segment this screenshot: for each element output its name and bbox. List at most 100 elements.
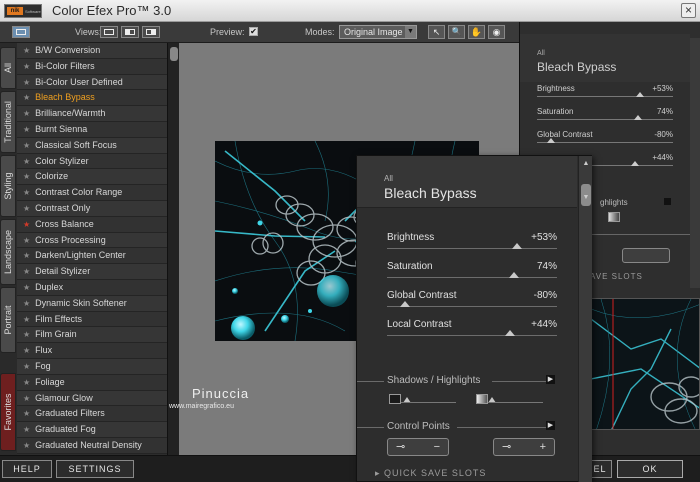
- ok-button[interactable]: OK: [617, 460, 683, 478]
- zoom-tool-button[interactable]: 🔍: [448, 25, 465, 39]
- quick-save-slots-toggle[interactable]: ▸ QUICK SAVE SLOTS: [375, 468, 486, 479]
- scrollbar-thumb[interactable]: [170, 47, 178, 61]
- star-icon[interactable]: ★: [23, 299, 30, 308]
- star-icon[interactable]: ★: [23, 157, 30, 166]
- filter-item[interactable]: ★ Color Stylizer: [17, 153, 167, 170]
- filter-item[interactable]: ★ Burnt Sienna: [17, 121, 167, 138]
- add-control-point-button[interactable]: [622, 248, 670, 263]
- filter-item[interactable]: ★ Classical Soft Focus: [17, 137, 167, 154]
- tab-portrait[interactable]: Portrait: [0, 287, 16, 353]
- star-icon[interactable]: ★: [23, 315, 30, 324]
- right-panel-scrollbar[interactable]: [690, 38, 700, 288]
- filter-item[interactable]: ★ Brilliance/Warmth: [17, 106, 167, 122]
- tab-styling[interactable]: Styling: [0, 155, 16, 217]
- star-icon[interactable]: ★: [23, 283, 30, 292]
- filter-item[interactable]: ★ Contrast Only: [17, 200, 167, 217]
- slider-thumb[interactable]: [512, 243, 523, 249]
- expand-icon[interactable]: ▶: [546, 421, 555, 430]
- star-icon[interactable]: ★: [23, 394, 30, 403]
- star-icon[interactable]: ★: [23, 236, 30, 245]
- filter-item[interactable]: ★ Duplex: [17, 279, 167, 296]
- right-slider-saturation[interactable]: Saturation 74%: [537, 107, 673, 120]
- star-icon[interactable]: ★: [23, 267, 30, 276]
- tab-all[interactable]: All: [0, 47, 16, 89]
- settings-button[interactable]: SETTINGS: [56, 460, 134, 478]
- brightness-slider[interactable]: Brightness +53%: [387, 232, 557, 249]
- view-compare-button[interactable]: [142, 26, 160, 38]
- loupe-tool-button[interactable]: ◉: [488, 25, 505, 39]
- star-icon[interactable]: ★: [23, 93, 30, 102]
- filter-item[interactable]: ★ Flux: [17, 343, 167, 359]
- tab-landscape[interactable]: Landscape: [0, 219, 16, 285]
- filter-item[interactable]: ★ Foliage: [17, 374, 167, 391]
- scroll-up-icon[interactable]: ▲: [582, 160, 590, 168]
- slider-thumb[interactable]: [636, 92, 645, 97]
- star-icon[interactable]: ★: [23, 78, 30, 87]
- star-icon[interactable]: ★: [23, 62, 30, 71]
- right-slider-brightness[interactable]: Brightness +53%: [537, 84, 673, 97]
- saturation-slider[interactable]: Saturation 74%: [387, 261, 557, 278]
- view-side-button[interactable]: [121, 26, 139, 38]
- filter-item[interactable]: ★ Contrast Color Range: [17, 185, 167, 201]
- filter-item[interactable]: ★ Film Effects: [17, 311, 167, 328]
- right-slider-global-contrast[interactable]: Global Contrast -80%: [537, 130, 673, 143]
- star-icon[interactable]: ★: [23, 251, 30, 260]
- slider-thumb[interactable]: [400, 301, 410, 307]
- add-control-point-button[interactable]: ⊸ +: [493, 438, 555, 456]
- view-split-button[interactable]: [100, 26, 118, 38]
- expand-icon[interactable]: ▶: [546, 375, 555, 384]
- filter-item[interactable]: ★ Graduated Neutral Density: [17, 437, 167, 454]
- single-view-button[interactable]: [12, 26, 30, 38]
- star-icon[interactable]: ★: [23, 172, 30, 181]
- slider-thumb[interactable]: [630, 161, 639, 166]
- star-icon[interactable]: ★: [23, 346, 30, 355]
- filter-item[interactable]: ★ Graduated Fog: [17, 422, 167, 438]
- pointer-tool-button[interactable]: ↖: [428, 25, 445, 39]
- star-icon[interactable]: ★: [23, 46, 30, 55]
- star-icon[interactable]: ★: [23, 109, 30, 118]
- star-icon[interactable]: ★: [23, 204, 30, 213]
- filter-item[interactable]: ★ Bi-Color User Defined: [17, 74, 167, 91]
- expand-icon[interactable]: [664, 198, 671, 205]
- scroll-down-icon[interactable]: ▼: [582, 194, 590, 202]
- filter-item[interactable]: ★ Fog: [17, 358, 167, 375]
- star-icon[interactable]: ★: [23, 441, 30, 450]
- star-icon[interactable]: ★: [23, 141, 30, 150]
- filter-item[interactable]: ★ Darken/Lighten Center: [17, 248, 167, 265]
- filter-item[interactable]: ★ Detail Stylizer: [17, 264, 167, 280]
- shadows-highlights-section[interactable]: Shadows / Highlights ▶: [357, 375, 578, 389]
- filter-item[interactable]: ★ Bi-Color Filters: [17, 58, 167, 75]
- filter-item[interactable]: ★ B/W Conversion: [17, 43, 167, 59]
- filter-item[interactable]: ★ Colorize: [17, 169, 167, 186]
- filter-list-scrollbar[interactable]: [167, 43, 179, 455]
- star-icon[interactable]: ★: [23, 362, 30, 371]
- help-button[interactable]: HELP: [2, 460, 52, 478]
- star-icon[interactable]: ★: [23, 409, 30, 418]
- filter-item[interactable]: ★ Graduated Filters: [17, 406, 167, 423]
- slider-thumb[interactable]: [633, 115, 642, 120]
- slider-thumb[interactable]: [508, 272, 519, 278]
- tab-traditional[interactable]: Traditional: [0, 91, 16, 153]
- control-points-section[interactable]: Control Points ▶: [357, 421, 578, 435]
- close-button[interactable]: ×: [681, 3, 696, 18]
- filter-item[interactable]: ★ Glamour Glow: [17, 390, 167, 407]
- filter-item[interactable]: ★ Film Grain: [17, 327, 167, 344]
- star-icon[interactable]: ★: [23, 378, 30, 387]
- filter-item[interactable]: ★ Dynamic Skin Softener: [17, 295, 167, 312]
- preview-checkbox[interactable]: ✔: [249, 27, 258, 36]
- local-contrast-slider[interactable]: Local Contrast +44%: [387, 319, 557, 336]
- favorite-star-icon[interactable]: ★: [23, 220, 30, 229]
- hand-tool-button[interactable]: ✋: [468, 25, 485, 39]
- filter-panel-scrollbar[interactable]: ▲ ▼: [578, 156, 592, 482]
- slider-thumb[interactable]: [546, 138, 555, 143]
- modes-select[interactable]: Original Image ▼: [339, 25, 417, 39]
- star-icon[interactable]: ★: [23, 188, 30, 197]
- star-icon[interactable]: ★: [23, 330, 30, 339]
- filter-item[interactable]: ★ Cross Processing: [17, 232, 167, 249]
- filter-item[interactable]: ★ Cross Balance: [17, 216, 167, 233]
- filter-item[interactable]: ★ Bleach Bypass: [17, 90, 167, 107]
- star-icon[interactable]: ★: [23, 125, 30, 134]
- remove-control-point-button[interactable]: ⊸ −: [387, 438, 449, 456]
- global-contrast-slider[interactable]: Global Contrast -80%: [387, 290, 557, 307]
- star-icon[interactable]: ★: [23, 425, 30, 434]
